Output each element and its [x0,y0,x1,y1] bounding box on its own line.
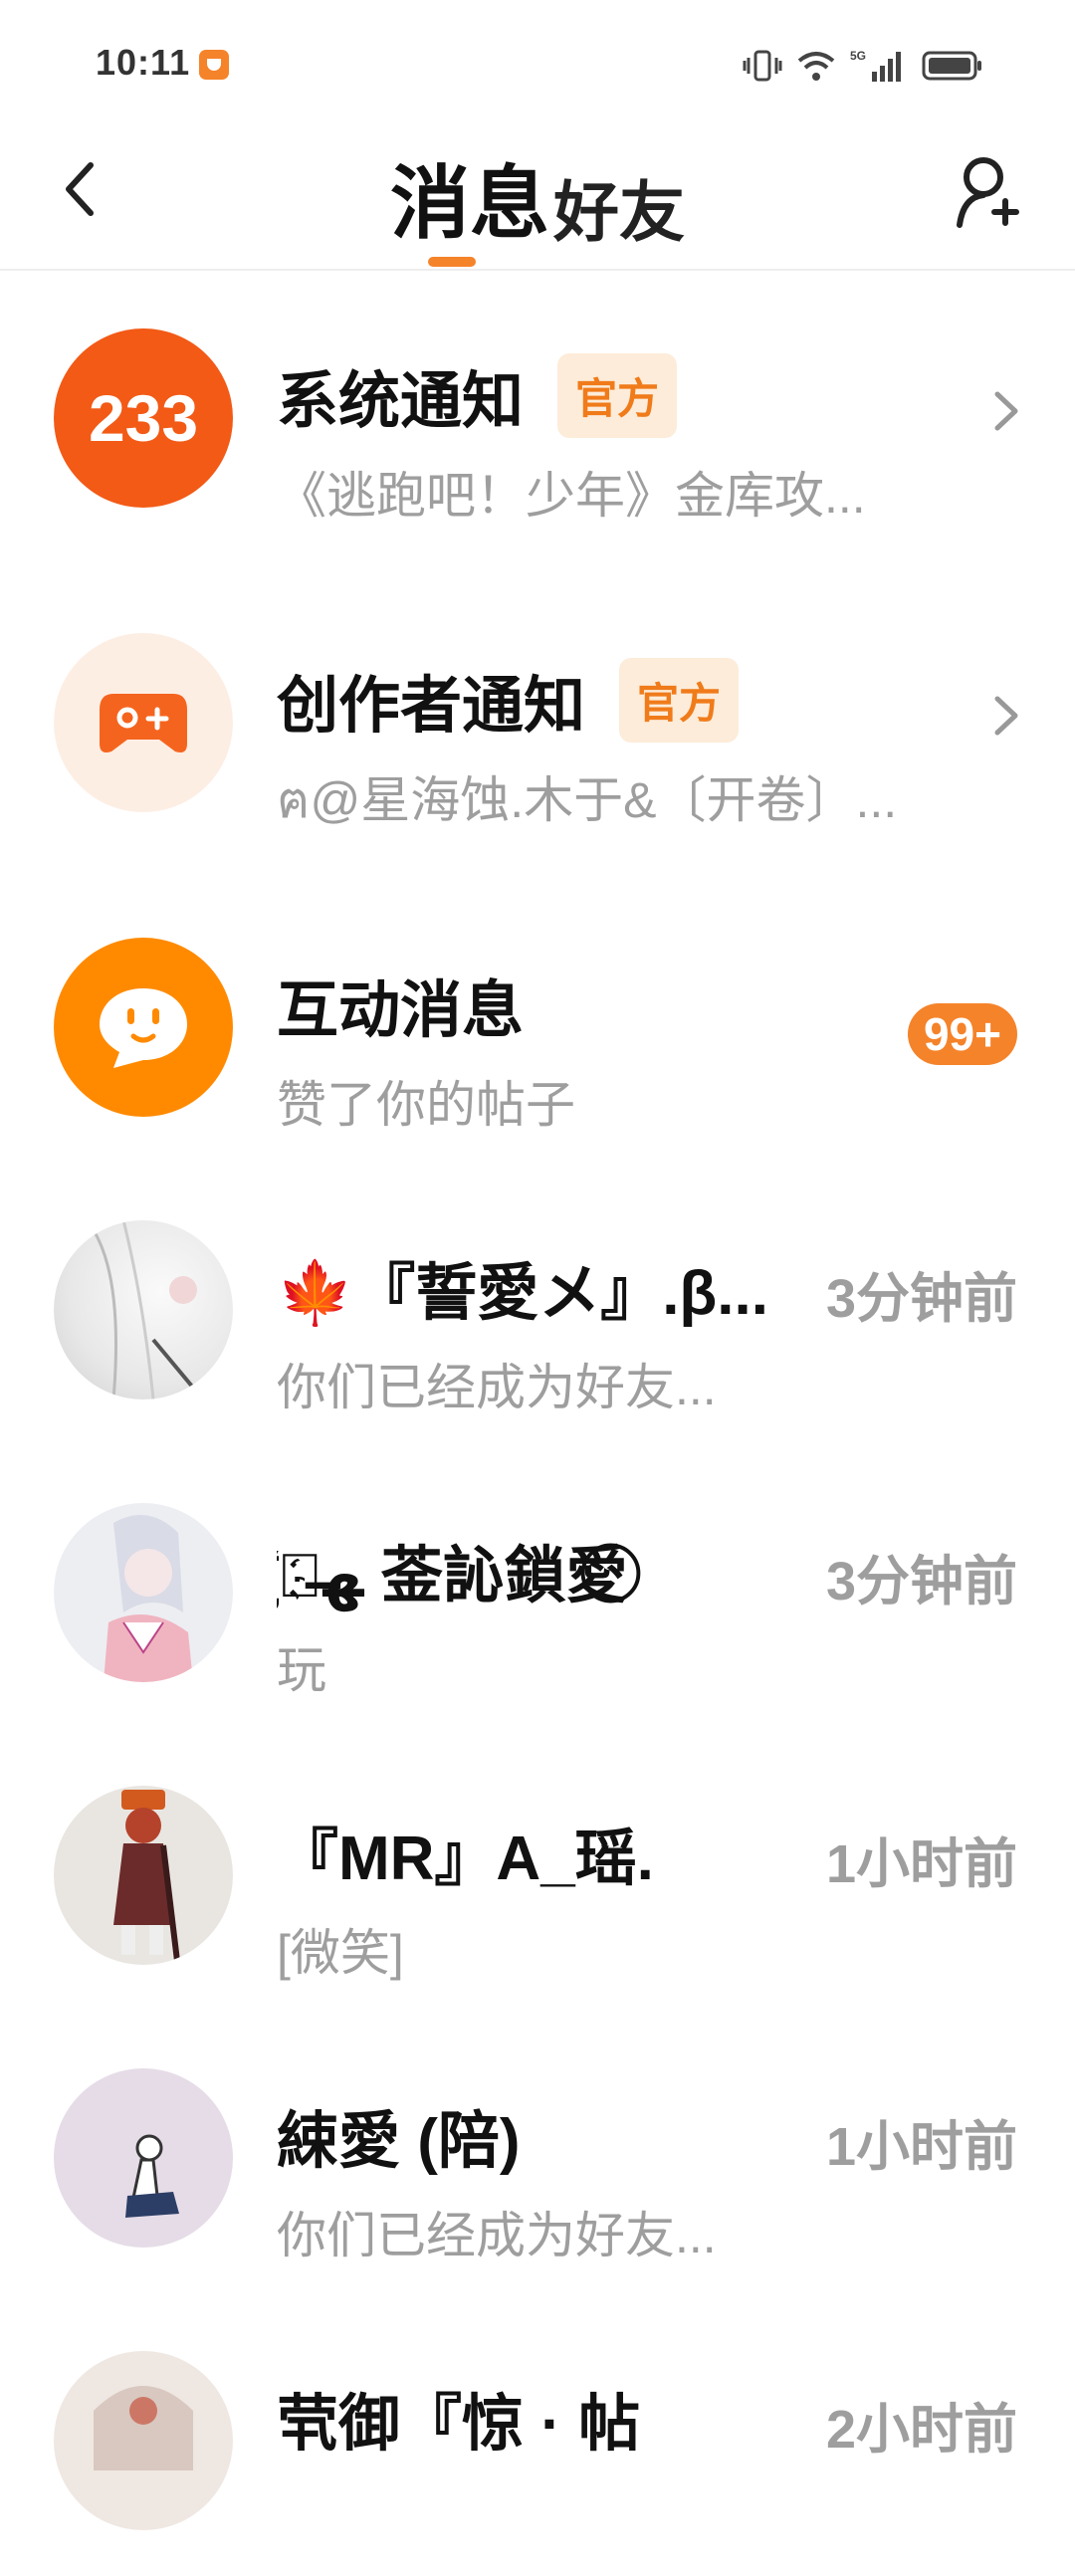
item-time: 1小时前 [825,1834,1017,1894]
battery-icon [922,50,983,82]
item-subtitle: 你们已经成为好友... [277,2208,717,2263]
avatar [54,1220,233,1399]
list-item-chat[interactable]: 綀愛 (陪) 你们已经成为好友... 1小时前 [0,2011,1075,2293]
tab-friends[interactable]: 好友 [553,159,685,255]
header: 消息好友 [0,129,1075,271]
avatar-logo-text: 233 [88,381,199,455]
item-title: ﻬ҉⃝̶ 菳訫鎖愛 ⃝ [277,1542,642,1610]
title-row: ﻬ҉⃝̶ 菳訫鎖愛 ⃝ [277,1525,642,1614]
chevron-right-icon [991,693,1021,744]
official-badge: 官方 [619,657,740,743]
status-icons: 5G [743,48,983,84]
title-row: 系统通知 官方 [277,350,678,440]
avatar [54,2068,233,2248]
active-tab-indicator [428,257,476,267]
item-title: 互动消息 [277,976,525,1045]
list-item-interaction-messages[interactable]: 互动消息 赞了你的帖子 99+ [0,880,1075,1163]
item-title: 创作者通知 [277,672,586,741]
list-item-system-notice[interactable]: 233 系统通知 官方 《逃跑吧！少年》金库攻... [0,271,1075,553]
avatar [54,1786,233,1965]
status-bar: 10:11 5G [0,0,1075,129]
item-title: 茕御『惊 · 帖 [277,2390,641,2459]
wifi-icon [796,49,836,83]
item-subtitle: 赞了你的帖子 [277,1077,575,1133]
gamepad-icon [100,694,187,752]
add-user-icon [957,157,1019,228]
item-time: 3分钟前 [825,1552,1017,1611]
add-friend-button[interactable] [946,147,1035,237]
title-row: 茕御『惊 · 帖 [277,2373,640,2463]
chat-bubble-face-icon [100,988,187,1068]
item-time: 3分钟前 [825,1269,1017,1329]
title-row: 🍁『誓愛メ』.β... [277,1242,768,1332]
svg-text:5G: 5G [850,49,866,63]
title-row: 创作者通知 官方 [277,655,740,745]
chevron-right-icon [991,388,1021,439]
item-title: 系统通知 [277,367,525,436]
status-time: 10:11 [96,42,191,83]
item-subtitle: 玩 [277,1642,326,1698]
official-badge: 官方 [557,352,678,438]
item-subtitle: 《逃跑吧！少年》金库攻... [277,468,866,524]
item-time: 1小时前 [825,2117,1017,2177]
title-row: 『MR』A_瑶. [277,1808,654,1897]
item-time: 2小时前 [825,2400,1017,2460]
list-item-chat[interactable]: 🍁『誓愛メ』.β... 你们已经成为好友... 3分钟前 [0,1163,1075,1445]
vibrate-icon [743,48,782,84]
avatar [54,633,233,812]
item-subtitle: [微笑] [277,1925,404,1981]
list-item-creator-notice[interactable]: 创作者通知 官方 ฅ@星海蚀.木于&〔开卷〕... [0,575,1075,858]
item-subtitle: 你们已经成为好友... [277,1360,717,1415]
list-item-chat[interactable]: 『MR』A_瑶. [微笑] 1小时前 [0,1728,1075,2011]
item-title: 綀愛 (陪) [277,2107,521,2176]
item-title: 🍁『誓愛メ』.β... [277,1259,768,1328]
title-row: 互动消息 [277,960,524,1049]
tab-messages[interactable]: 消息 [390,139,549,255]
avatar [54,938,233,1117]
avatar [54,1503,233,1682]
list-item-chat[interactable]: ﻬ҉⃝̶ 菳訫鎖愛 ⃝ 玩 3分钟前 [0,1445,1075,1728]
list-item-chat[interactable]: 茕御『惊 · 帖 2小时前 [0,2293,1075,2576]
cell-signal-icon: 5G [850,48,908,84]
avatar [54,2351,233,2530]
app-notification-icon [199,50,229,80]
unread-count-badge: 99+ [907,1003,1017,1065]
title-row: 綀愛 (陪) [277,2090,521,2180]
item-subtitle: ฅ@星海蚀.木于&〔开卷〕... [277,772,898,828]
tab-bar: 消息好友 [0,139,1075,255]
item-title: 『MR』A_瑶. [277,1825,654,1893]
avatar: 233 [54,328,233,508]
